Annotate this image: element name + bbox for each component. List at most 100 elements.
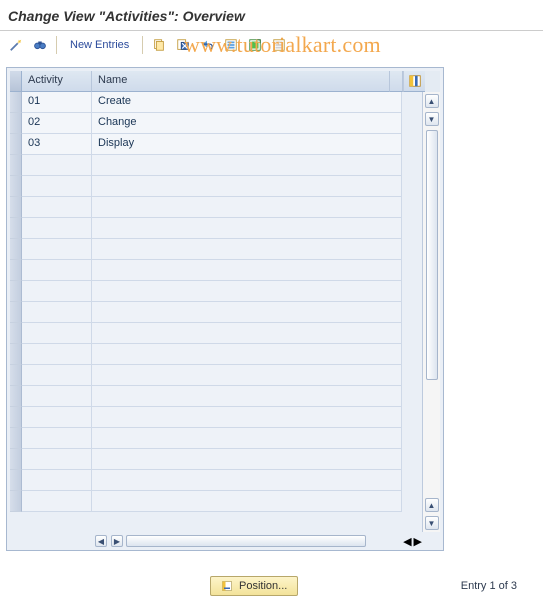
cell-activity[interactable] — [22, 449, 92, 470]
cell-name[interactable]: Display — [92, 134, 402, 155]
row-selector[interactable] — [10, 281, 22, 302]
cell-activity[interactable] — [22, 323, 92, 344]
table-row — [10, 470, 422, 491]
hscroll-thumb[interactable] — [126, 535, 366, 547]
cell-activity[interactable]: 01 — [22, 92, 92, 113]
col-header-activity[interactable]: Activity — [22, 71, 92, 92]
select-all-button[interactable] — [221, 35, 241, 55]
row-selector[interactable] — [10, 260, 22, 281]
cell-name[interactable] — [92, 344, 402, 365]
cell-activity[interactable] — [22, 491, 92, 512]
cell-name[interactable] — [92, 197, 402, 218]
other-view-button[interactable] — [6, 35, 26, 55]
row-selector[interactable] — [10, 386, 22, 407]
position-button-label: Position... — [239, 580, 287, 592]
row-selector[interactable] — [10, 92, 22, 113]
cell-activity[interactable] — [22, 407, 92, 428]
cell-name[interactable] — [92, 155, 402, 176]
scroll-up-button[interactable]: ▲ — [425, 94, 439, 108]
row-selector[interactable] — [10, 428, 22, 449]
cell-name[interactable] — [92, 218, 402, 239]
row-selector[interactable] — [10, 176, 22, 197]
cell-name[interactable] — [92, 365, 402, 386]
cell-activity[interactable] — [22, 281, 92, 302]
col-header-name[interactable]: Name — [92, 71, 390, 92]
table-row — [10, 239, 422, 260]
grid-body: 01Create02Change03Display ▲ ▼ ▲ ▼ — [10, 92, 440, 532]
row-selector[interactable] — [10, 323, 22, 344]
table-row — [10, 491, 422, 512]
row-selector[interactable] — [10, 491, 22, 512]
cell-name[interactable] — [92, 239, 402, 260]
undo-change-button[interactable] — [197, 35, 217, 55]
table-settings-button[interactable] — [403, 71, 425, 92]
scroll-up-step-button[interactable]: ▲ — [425, 498, 439, 512]
table-row — [10, 218, 422, 239]
cell-name[interactable]: Change — [92, 113, 402, 134]
cell-name[interactable] — [92, 428, 402, 449]
cell-name[interactable] — [92, 281, 402, 302]
cell-name[interactable] — [92, 260, 402, 281]
cell-activity[interactable] — [22, 365, 92, 386]
row-selector[interactable] — [10, 134, 22, 155]
cell-activity[interactable] — [22, 428, 92, 449]
cell-name[interactable] — [92, 323, 402, 344]
scroll-down-button[interactable]: ▼ — [425, 516, 439, 530]
cell-activity[interactable] — [22, 386, 92, 407]
cell-activity[interactable] — [22, 260, 92, 281]
deselect-all-button[interactable] — [269, 35, 289, 55]
row-selector[interactable] — [10, 197, 22, 218]
table-row — [10, 260, 422, 281]
cell-name[interactable] — [92, 302, 402, 323]
row-selector[interactable] — [10, 449, 22, 470]
cell-activity[interactable] — [22, 344, 92, 365]
col-header-spare — [390, 71, 403, 92]
row-selector[interactable] — [10, 113, 22, 134]
row-selector-header[interactable] — [10, 71, 22, 92]
grid-data-area: 01Create02Change03Display — [10, 92, 422, 532]
delete-icon — [176, 38, 190, 52]
cell-activity[interactable]: 03 — [22, 134, 92, 155]
hscroll-right-step-button[interactable]: ▶ — [111, 535, 123, 547]
row-selector[interactable] — [10, 365, 22, 386]
cell-name[interactable]: Create — [92, 92, 402, 113]
select-block-button[interactable] — [245, 35, 265, 55]
cell-name[interactable] — [92, 386, 402, 407]
hscroll-right-button[interactable]: ▶ — [414, 535, 422, 548]
row-selector[interactable] — [10, 407, 22, 428]
position-button[interactable]: Position... — [210, 576, 298, 596]
row-selector[interactable] — [10, 218, 22, 239]
vscroll-thumb[interactable] — [426, 130, 438, 380]
cell-activity[interactable] — [22, 197, 92, 218]
row-selector[interactable] — [10, 155, 22, 176]
cell-name[interactable] — [92, 491, 402, 512]
cell-activity[interactable] — [22, 176, 92, 197]
cell-activity[interactable] — [22, 470, 92, 491]
hscroll-left-step-button[interactable]: ◀ — [403, 535, 411, 548]
position-icon — [221, 580, 233, 592]
toolbar: New Entries www.tutorialkart.com — [0, 33, 543, 61]
new-entries-button[interactable]: New Entries — [63, 36, 136, 54]
row-selector[interactable] — [10, 344, 22, 365]
row-selector[interactable] — [10, 470, 22, 491]
cell-activity[interactable] — [22, 218, 92, 239]
row-selector[interactable] — [10, 302, 22, 323]
vertical-scrollbar[interactable]: ▲ ▼ ▲ ▼ — [422, 92, 440, 532]
find-button[interactable] — [30, 35, 50, 55]
cell-activity[interactable] — [22, 155, 92, 176]
cell-name[interactable] — [92, 407, 402, 428]
cell-name[interactable] — [92, 449, 402, 470]
table-row — [10, 281, 422, 302]
horizontal-scrollbar[interactable]: ◀ ▶ — [22, 535, 366, 547]
delete-button[interactable] — [173, 35, 193, 55]
row-selector[interactable] — [10, 239, 22, 260]
cell-activity[interactable]: 02 — [22, 113, 92, 134]
table-row: 01Create — [10, 92, 422, 113]
cell-activity[interactable] — [22, 239, 92, 260]
cell-activity[interactable] — [22, 302, 92, 323]
hscroll-left-button[interactable]: ◀ — [95, 535, 107, 547]
cell-name[interactable] — [92, 470, 402, 491]
copy-as-button[interactable] — [149, 35, 169, 55]
cell-name[interactable] — [92, 176, 402, 197]
scroll-down-step-button[interactable]: ▼ — [425, 112, 439, 126]
